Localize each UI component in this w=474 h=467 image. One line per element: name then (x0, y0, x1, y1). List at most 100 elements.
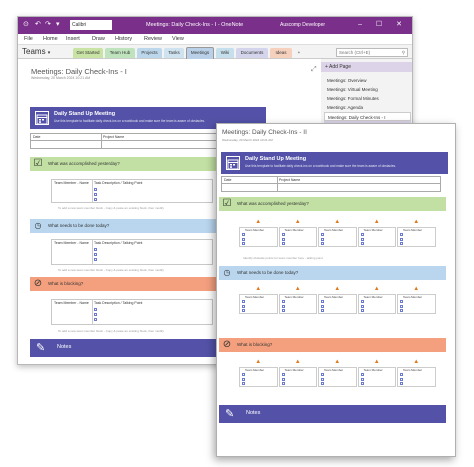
checkbox[interactable] (321, 377, 324, 381)
page-item[interactable]: Meetings: Virtual Meeting (324, 85, 411, 94)
checkbox[interactable] (242, 304, 245, 308)
checkbox[interactable] (400, 300, 403, 303)
add-section-button[interactable]: + (294, 48, 304, 58)
checkbox[interactable] (242, 233, 245, 236)
expand-icon[interactable]: ⤢ (311, 66, 317, 74)
tab-wiki[interactable]: Wiki (216, 48, 234, 58)
checkbox[interactable] (360, 237, 364, 241)
checkbox[interactable] (321, 233, 324, 236)
checkbox[interactable] (281, 382, 285, 385)
project-label: Project Name (279, 178, 301, 182)
person-icon: ▲ (255, 286, 262, 292)
checkbox[interactable] (281, 237, 285, 241)
page-title[interactable]: Meetings: Daily Check-Ins - II (222, 129, 307, 136)
checkbox[interactable] (94, 248, 97, 251)
checkbox[interactable] (321, 309, 324, 312)
add-page-button[interactable]: + Add Page (321, 62, 412, 72)
checkbox[interactable] (321, 304, 324, 308)
menu-file[interactable]: File (24, 36, 33, 42)
section-title: What is blocking? (237, 342, 273, 347)
checkbox[interactable] (94, 313, 97, 316)
checkbox[interactable] (321, 373, 324, 376)
page-title[interactable]: Meetings: Daily Check-Ins - I (31, 67, 127, 76)
checkbox[interactable] (94, 308, 97, 311)
page-item[interactable]: Meetings: Agenda (324, 103, 411, 112)
page-item-selected[interactable]: Meetings: Daily Check-Ins - I (324, 112, 411, 121)
checkbox[interactable] (360, 377, 364, 381)
page-item[interactable]: Meetings: Overview (324, 76, 411, 85)
user-name[interactable]: Auscomp Developer (280, 22, 325, 28)
checkbox[interactable] (242, 309, 245, 312)
checkbox[interactable] (360, 309, 364, 312)
tab-projects[interactable]: Projects (137, 48, 162, 58)
checkbox[interactable] (360, 242, 364, 245)
task-table[interactable]: Team Member - Name Task Description / Ta… (51, 179, 213, 203)
page-item[interactable]: Meetings: Formal Minutes (324, 94, 411, 103)
team-member-label: Team Member (324, 368, 344, 372)
menu-history[interactable]: History (115, 36, 132, 42)
tab-documents[interactable]: Documents (236, 48, 268, 58)
checkbox[interactable] (360, 382, 364, 385)
checkbox[interactable] (360, 304, 364, 308)
menu-bar: File Home Insert Draw History Review Vie… (18, 34, 412, 45)
checkbox[interactable] (400, 373, 403, 376)
menu-insert[interactable]: Insert (66, 36, 80, 42)
sync-icon[interactable]: ⊙ (23, 21, 29, 29)
customize-icon[interactable]: ▾ (56, 21, 60, 29)
undo-icon[interactable]: ↶ (35, 21, 41, 29)
font-box[interactable]: Calibri (70, 20, 112, 30)
checkbox[interactable] (242, 373, 245, 376)
tab-tasks[interactable]: Tasks (164, 48, 184, 58)
checkbox[interactable] (400, 382, 403, 385)
checkbox[interactable] (281, 233, 285, 236)
checkbox[interactable] (321, 242, 324, 245)
notebook-picker[interactable]: Teams ▾ (22, 47, 50, 56)
team-member-label: Team Member (284, 368, 304, 372)
window-controls[interactable]: – ☐ ✕ (358, 20, 408, 28)
checkbox[interactable] (281, 377, 285, 381)
search-input[interactable]: Search (Ctrl+E) ⚲ (336, 48, 408, 57)
tab-meetings[interactable]: Meetings (186, 47, 214, 59)
section-today: ◷ What needs to be done today? (219, 266, 446, 280)
checkbox[interactable] (242, 377, 245, 381)
checkbox[interactable] (94, 258, 97, 261)
menu-draw[interactable]: Draw (92, 36, 105, 42)
checkbox[interactable] (94, 253, 97, 256)
checkbox[interactable] (242, 242, 245, 245)
redo-icon[interactable]: ↷ (45, 21, 51, 29)
checkbox[interactable] (94, 198, 97, 201)
checkbox[interactable] (360, 300, 364, 303)
checkbox[interactable] (400, 309, 403, 312)
checkbox[interactable] (94, 193, 97, 196)
checklist-icon: ☑ (33, 158, 43, 169)
person-icon: ▲ (413, 219, 420, 225)
checkbox[interactable] (281, 242, 285, 245)
checkbox[interactable] (400, 377, 403, 381)
checkbox[interactable] (360, 373, 364, 376)
checkbox[interactable] (360, 233, 364, 236)
menu-review[interactable]: Review (144, 36, 162, 42)
checkbox[interactable] (400, 237, 403, 241)
tab-team-hub[interactable]: Team Hub (105, 48, 135, 58)
checkbox[interactable] (94, 318, 97, 321)
checkbox[interactable] (242, 300, 245, 303)
menu-view[interactable]: View (172, 36, 184, 42)
checkbox[interactable] (321, 382, 324, 385)
checkbox[interactable] (400, 304, 403, 308)
checkbox[interactable] (321, 237, 324, 241)
checkbox[interactable] (94, 188, 97, 191)
checkbox[interactable] (242, 382, 245, 385)
task-table[interactable]: Team Member - Name Task Description / Ta… (51, 239, 213, 265)
checkbox[interactable] (281, 304, 285, 308)
checkbox[interactable] (281, 309, 285, 312)
checkbox[interactable] (400, 233, 403, 236)
checkbox[interactable] (281, 300, 285, 303)
tab-get-started[interactable]: Get Started (73, 48, 103, 58)
checkbox[interactable] (400, 242, 403, 245)
tab-ideas[interactable]: Ideas (270, 48, 292, 58)
checkbox[interactable] (242, 237, 245, 241)
checkbox[interactable] (281, 373, 285, 376)
menu-home[interactable]: Home (43, 36, 58, 42)
checkbox[interactable] (321, 300, 324, 303)
task-table[interactable]: Team Member - Name Task Description / Ta… (51, 299, 213, 325)
